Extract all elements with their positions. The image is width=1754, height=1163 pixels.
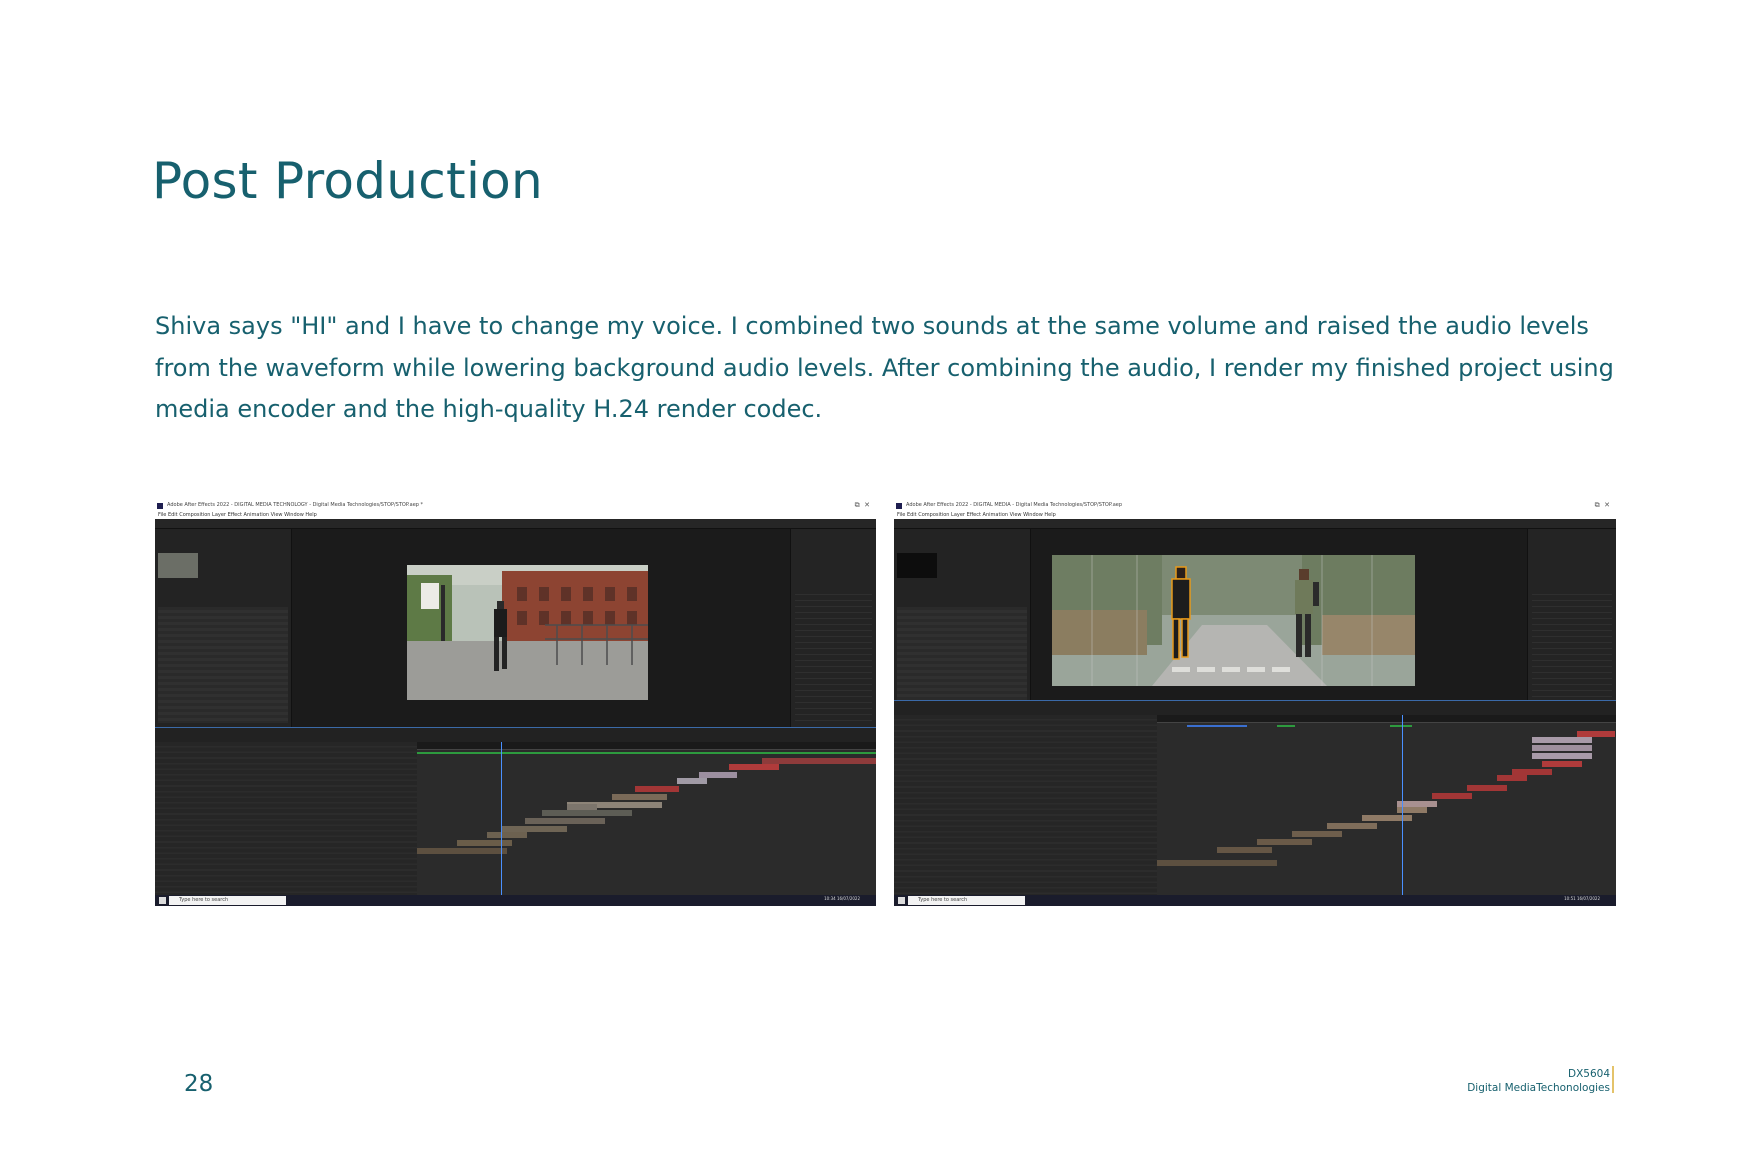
- window-controls: ⧉ ✕: [854, 501, 870, 509]
- footer-accent-rule: [1612, 1066, 1614, 1093]
- project-panel: [894, 529, 1031, 727]
- current-time-indicator: [1402, 715, 1403, 896]
- menu-items: File Edit Composition Layer Effect Anima…: [158, 512, 317, 518]
- page-number: 28: [184, 1071, 214, 1097]
- after-effects-screenshot-1: Adobe After Effects 2022 - DIGITAL MEDIA…: [155, 500, 876, 906]
- timeline-ruler: [1157, 715, 1616, 723]
- footer-course-info: DX5604 Digital MediaTechonologies: [1467, 1067, 1610, 1095]
- current-time-indicator: [501, 742, 502, 896]
- project-panel: [155, 529, 292, 727]
- project-thumbnail: [897, 553, 937, 578]
- app-logo-icon: [157, 503, 163, 509]
- info-effects-panel: [1527, 529, 1616, 727]
- window-controls: ⧉ ✕: [1594, 501, 1610, 509]
- app-logo-icon: [896, 503, 902, 509]
- timeline-ruler: [417, 742, 876, 750]
- taskbar-search-placeholder: Type here to search: [918, 897, 968, 903]
- taskbar-search: Type here to search: [908, 896, 1025, 905]
- taskbar-clock: 10:51 16/07/2022: [1564, 896, 1600, 901]
- taskbar-search: Type here to search: [169, 896, 286, 905]
- timeline-track-area: [417, 742, 876, 896]
- project-thumbnail: [158, 553, 198, 578]
- menu-items: File Edit Composition Layer Effect Anima…: [897, 512, 1056, 518]
- composition-viewer: [407, 565, 648, 700]
- timeline-layer-list: [155, 742, 417, 896]
- timeline-track-area: [1157, 715, 1616, 896]
- composition-panel: [1031, 529, 1527, 727]
- taskbar-search-placeholder: Type here to search: [179, 897, 229, 903]
- windows-taskbar: Type here to search 10:51 16/07/2022: [894, 895, 1616, 906]
- windows-start-icon: [898, 897, 905, 904]
- composition-viewer: [1052, 555, 1415, 686]
- window-title: Adobe After Effects 2022 - DIGITAL MEDIA…: [167, 502, 424, 508]
- toolbar: [155, 519, 876, 529]
- window-titlebar: Adobe After Effects 2022 - DIGITAL MEDIA…: [155, 500, 876, 512]
- page-title: Post Production: [152, 152, 544, 210]
- windows-start-icon: [159, 897, 166, 904]
- street-scene-image: [407, 565, 648, 700]
- menu-bar: File Edit Composition Layer Effect Anima…: [894, 512, 1616, 519]
- body-paragraph: Shiva says "HI" and I have to change my …: [155, 312, 1614, 423]
- windows-taskbar: Type here to search 10:34 16/07/2022: [155, 895, 876, 906]
- footer-course-code: DX5604: [1568, 1068, 1610, 1080]
- composition-panel: [292, 529, 790, 727]
- taskbar-clock: 10:34 16/07/2022: [824, 896, 860, 901]
- timeline-panel: [894, 700, 1616, 896]
- footer-course-title: Digital MediaTechonologies: [1467, 1082, 1610, 1094]
- after-effects-screenshot-2: Adobe After Effects 2022 - DIGITAL MEDIA…: [894, 500, 1616, 906]
- window-title: Adobe After Effects 2022 - DIGITAL MEDIA…: [906, 502, 1123, 508]
- window-titlebar: Adobe After Effects 2022 - DIGITAL MEDIA…: [894, 500, 1616, 512]
- info-effects-panel: [790, 529, 876, 727]
- effects-list: [795, 589, 872, 721]
- crossing-scene-image: [1052, 555, 1415, 686]
- timeline-panel: [155, 727, 876, 896]
- menu-bar: File Edit Composition Layer Effect Anima…: [155, 512, 876, 519]
- toolbar: [894, 519, 1616, 529]
- timeline-layer-list: [894, 715, 1157, 896]
- project-file-list: [158, 607, 288, 723]
